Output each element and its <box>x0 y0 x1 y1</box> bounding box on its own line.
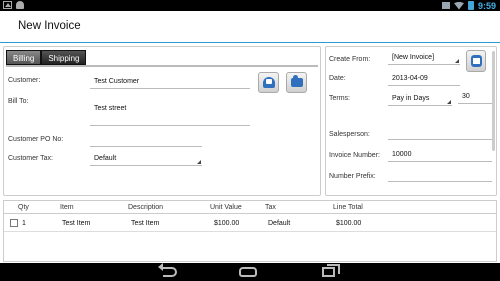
notification-icons <box>3 1 24 9</box>
column-header-line-total: Line Total <box>333 204 363 211</box>
invoice-info-panel: Create From: [New Invoice] Date: 2013-04… <box>325 46 497 196</box>
row-tax: Default <box>268 220 291 227</box>
row-unit-value: $100.00 <box>214 220 240 227</box>
date-picker-button[interactable] <box>466 50 486 72</box>
column-header-tax: Tax <box>265 204 276 211</box>
terms-dropdown[interactable]: Pay in Days <box>388 93 452 106</box>
row-divider <box>4 231 496 232</box>
row-description: Test Item <box>131 220 160 227</box>
date-field[interactable]: 2013-04-09 <box>388 73 460 86</box>
column-header-qty: Qty <box>18 204 29 211</box>
number-prefix-field[interactable] <box>388 169 492 182</box>
invoice-number-field[interactable]: 10000 <box>388 149 492 162</box>
column-header-description: Description <box>128 204 164 211</box>
customer-po-label: Customer PO No: <box>8 136 64 143</box>
customer-lookup-button[interactable] <box>258 72 279 93</box>
invoice-number-label: Invoice Number: <box>329 152 380 159</box>
home-icon[interactable] <box>239 267 257 277</box>
row-qty: 1 <box>22 220 26 227</box>
calendar-icon <box>471 55 482 67</box>
bill-to-field[interactable]: Test street <box>90 104 250 126</box>
row-checkbox[interactable] <box>10 219 18 227</box>
create-from-dropdown[interactable]: [New Invoice] <box>388 52 460 65</box>
salesperson-label: Salesperson: <box>329 131 370 138</box>
system-status: 9:59 <box>441 0 496 11</box>
invoice-lines-table: Qty Item Description Unit Value Tax Line… <box>3 200 497 262</box>
android-notification-icon <box>16 1 24 9</box>
customer-tax-dropdown[interactable]: Default <box>90 153 202 166</box>
picture-notification-icon <box>3 1 12 9</box>
panel-scrollbar[interactable] <box>492 51 495 151</box>
bill-to-label: Bill To: <box>8 98 29 105</box>
back-icon[interactable] <box>158 263 177 277</box>
navigation-bar <box>0 263 500 281</box>
action-bar: New Invoice <box>0 11 500 43</box>
tab-bar: Billing Shipping <box>6 50 87 65</box>
address-book-icon <box>263 77 275 88</box>
recent-apps-icon[interactable] <box>322 264 340 277</box>
row-line-total: $100.00 <box>336 220 362 227</box>
tab-billing[interactable]: Billing <box>6 50 42 65</box>
wifi-icon <box>453 1 464 10</box>
customer-po-field[interactable] <box>90 134 202 147</box>
billing-panel: Billing Shipping Customer: Test Customer… <box>3 46 321 196</box>
column-header-item: Item <box>60 204 74 211</box>
create-from-label: Create From: <box>329 56 371 63</box>
customer-label: Customer: <box>8 77 41 84</box>
add-customer-button[interactable] <box>286 72 307 93</box>
customer-tax-label: Customer Tax: <box>8 155 53 162</box>
page-title: New Invoice <box>18 20 81 32</box>
status-bar: 9:59 <box>0 0 500 11</box>
salesperson-field[interactable] <box>388 127 492 140</box>
terms-label: Terms: <box>329 95 350 102</box>
add-contact-icon <box>291 75 303 87</box>
clock: 9:59 <box>477 0 496 11</box>
terms-days-field[interactable]: 30 <box>458 91 492 104</box>
tab-divider <box>6 65 318 67</box>
row-item: Test Item <box>62 220 91 227</box>
header-divider <box>4 213 496 214</box>
battery-icon <box>467 1 474 10</box>
alarm-icon <box>441 2 450 9</box>
column-header-unit-value: Unit Value <box>210 204 242 211</box>
date-label: Date: <box>329 75 346 82</box>
tab-shipping[interactable]: Shipping <box>41 50 87 65</box>
customer-field[interactable]: Test Customer <box>90 76 250 89</box>
number-prefix-label: Number Prefix: <box>329 173 376 180</box>
